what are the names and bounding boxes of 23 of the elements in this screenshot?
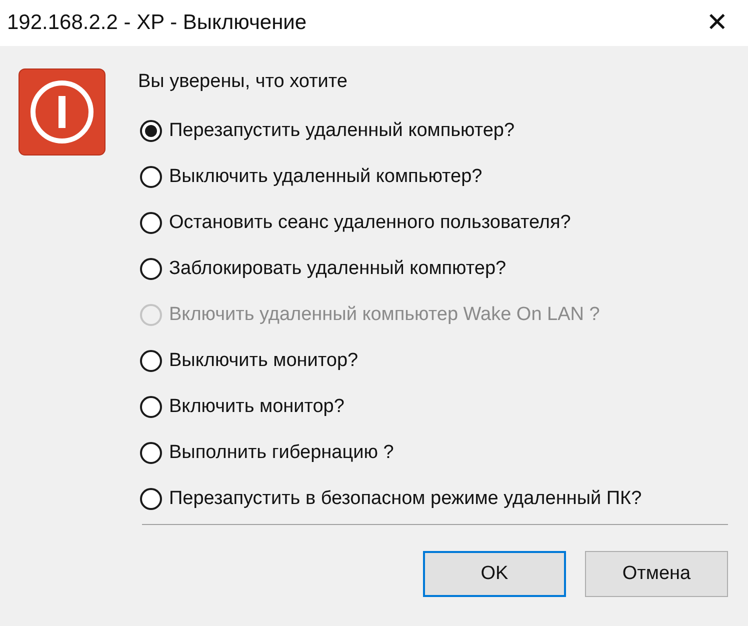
radio-button[interactable]	[140, 120, 162, 142]
prompt-text: Вы уверены, что хотите	[138, 70, 348, 94]
option-label: Выключить удаленный компьютер?	[169, 166, 482, 188]
cancel-button[interactable]: Отмена	[585, 551, 728, 597]
radio-button[interactable]	[140, 212, 162, 234]
radio-button[interactable]	[140, 488, 162, 510]
radio-button[interactable]	[140, 258, 162, 280]
radio-button[interactable]	[140, 166, 162, 188]
option-label: Перезапустить удаленный компьютер?	[169, 120, 515, 142]
radio-button[interactable]	[140, 396, 162, 418]
option-label: Включить монитор?	[169, 396, 344, 418]
option-label: Перезапустить в безопасном режиме удаленный ПК?	[169, 488, 642, 510]
option-label: Остановить сеанс удаленного пользователя?	[169, 212, 571, 234]
ok-button[interactable]: OK	[423, 551, 566, 597]
radio-button[interactable]	[140, 442, 162, 464]
option-label: Выполнить гибернацию ?	[169, 442, 394, 464]
window-title: 192.168.2.2 - XP - Выключение	[7, 11, 307, 35]
option-label: Включить удаленный компьютер Wake On LAN ?	[169, 304, 600, 326]
radio-button[interactable]	[140, 350, 162, 372]
option-label: Заблокировать удаленный компютер?	[169, 258, 506, 280]
option-label: Выключить монитор?	[169, 350, 358, 372]
close-button[interactable]: ✕	[700, 8, 734, 38]
power-icon	[18, 68, 106, 156]
